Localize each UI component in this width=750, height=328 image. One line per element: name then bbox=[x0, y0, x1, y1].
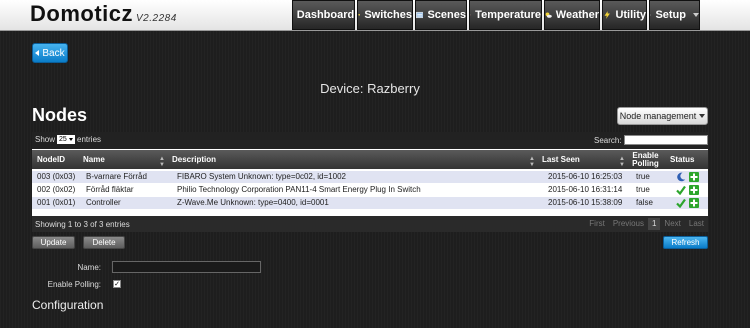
showing-info: Showing 1 to 3 of 3 entries bbox=[35, 220, 130, 229]
cell-name: B-varnare Förråd bbox=[86, 172, 147, 181]
plus-icon[interactable] bbox=[689, 172, 699, 182]
nav-switches[interactable]: Switches bbox=[357, 0, 413, 30]
page-length: Show 25 entries bbox=[35, 135, 101, 144]
nav-setup[interactable]: Setup bbox=[649, 0, 700, 30]
nav-utility-label: Utility bbox=[615, 9, 646, 21]
device-title: Device: Razberry bbox=[320, 81, 420, 96]
table-row[interactable]: 003 (0x03) B-varnare Förråd FIBARO Syste… bbox=[32, 171, 708, 183]
cell-description: FIBARO System Unknown: type=0c02, id=100… bbox=[177, 172, 346, 181]
table-toolbar: Show 25 entries Search: bbox=[32, 132, 708, 149]
app-version: V2.2284 bbox=[136, 13, 177, 24]
app-logo[interactable]: Domoticz V2.2284 bbox=[30, 1, 177, 27]
nav-dashboard[interactable]: Dashboard bbox=[292, 0, 355, 30]
sort-icon: ▲ ▼ bbox=[619, 156, 625, 168]
sort-icon: ▲ ▼ bbox=[529, 156, 535, 168]
table-row[interactable]: 001 (0x01) Controller Z-Wave.Me Unknown:… bbox=[32, 197, 708, 209]
top-bar: Domoticz V2.2284 Dashboard Switches Scene… bbox=[0, 0, 750, 31]
pager-first[interactable]: First bbox=[585, 218, 609, 230]
page-length-select[interactable]: 25 bbox=[57, 135, 76, 144]
col-last-seen-label: Last Seen bbox=[542, 155, 580, 164]
col-name[interactable]: Name ▲ ▼ bbox=[80, 150, 169, 169]
table-row[interactable]: 002 (0x02) Förråd fläktar Philio Technol… bbox=[32, 184, 708, 196]
pager-next[interactable]: Next bbox=[660, 218, 684, 230]
nav-weather-label: Weather bbox=[555, 9, 599, 21]
moon-icon bbox=[677, 172, 686, 182]
chevron-down-icon bbox=[699, 114, 706, 118]
nav-utility[interactable]: Utility bbox=[602, 0, 647, 30]
cell-nodeid: 001 (0x01) bbox=[37, 198, 76, 207]
cell-nodeid: 003 (0x03) bbox=[37, 172, 76, 181]
name-input[interactable] bbox=[112, 261, 261, 273]
pager-previous[interactable]: Previous bbox=[609, 218, 648, 230]
refresh-button[interactable]: Refresh bbox=[663, 236, 708, 249]
tools-icon bbox=[650, 14, 652, 16]
cell-nodeid: 002 (0x02) bbox=[37, 185, 76, 194]
cell-polling: true bbox=[636, 185, 650, 194]
col-status-label: Status bbox=[670, 155, 695, 164]
app-name: Domoticz bbox=[30, 1, 133, 26]
nav-setup-label: Setup bbox=[655, 9, 686, 21]
show-suffix: entries bbox=[77, 135, 102, 144]
pager-page-1[interactable]: 1 bbox=[647, 218, 661, 230]
table-footer: Showing 1 to 3 of 3 entries First Previo… bbox=[32, 216, 708, 232]
checkmark-icon bbox=[676, 185, 686, 195]
show-prefix: Show bbox=[35, 135, 56, 144]
plus-icon[interactable] bbox=[689, 198, 699, 208]
nav-scenes[interactable]: Scenes bbox=[415, 0, 467, 30]
cell-last-seen: 2015-06-10 16:25:03 bbox=[548, 172, 623, 181]
nav-weather[interactable]: Weather bbox=[544, 0, 600, 30]
cell-polling: true bbox=[636, 172, 650, 181]
sort-icon: ▲ ▼ bbox=[159, 156, 165, 168]
scenes-icon bbox=[416, 11, 424, 19]
enable-polling-checkbox[interactable]: ✓ bbox=[113, 280, 121, 288]
nav-dashboard-label: Dashboard bbox=[296, 9, 355, 21]
chevron-down-icon bbox=[693, 13, 699, 17]
cell-polling: false bbox=[636, 198, 653, 207]
weather-icon bbox=[545, 12, 552, 18]
polling-label: Enable Polling: bbox=[47, 280, 101, 289]
delete-button[interactable]: Delete bbox=[83, 236, 125, 249]
plus-icon[interactable] bbox=[689, 185, 699, 195]
nodes-heading: Nodes bbox=[32, 105, 88, 125]
update-button[interactable]: Update bbox=[32, 236, 75, 249]
col-polling-label-2: Polling bbox=[632, 158, 659, 168]
arrow-left-icon bbox=[35, 50, 40, 56]
cell-name: Controller bbox=[86, 198, 121, 207]
col-description[interactable]: Description ▲ ▼ bbox=[169, 150, 539, 169]
cell-name: Förråd fläktar bbox=[86, 185, 134, 194]
node-management-button[interactable]: Node management bbox=[617, 107, 708, 125]
nav-scenes-label: Scenes bbox=[427, 9, 466, 21]
pagination: First Previous 1 Next Last bbox=[585, 218, 708, 230]
nav-temperature-label: Temperature bbox=[475, 9, 541, 21]
nodes-table: Show 25 entries Search: NodeID Name ▲ ▼ De… bbox=[32, 132, 708, 232]
pager-last[interactable]: Last bbox=[685, 218, 708, 230]
name-label: Name: bbox=[77, 263, 101, 272]
back-button[interactable]: Back bbox=[32, 43, 68, 63]
col-nodeid[interactable]: NodeID bbox=[32, 150, 80, 169]
col-status[interactable]: Status bbox=[662, 150, 708, 169]
nav-temperature[interactable]: Temperature bbox=[469, 0, 542, 30]
nav-switches-label: Switches bbox=[364, 9, 412, 21]
lightbulb-icon bbox=[358, 14, 360, 17]
table-search: Search: bbox=[594, 135, 708, 145]
table-header: NodeID Name ▲ ▼ Description ▲ ▼ Last Seen ▲ ▼ … bbox=[32, 150, 708, 169]
col-enable-polling[interactable]: Enable Polling bbox=[629, 150, 662, 169]
search-label: Search: bbox=[594, 135, 622, 145]
col-nodeid-label: NodeID bbox=[37, 155, 65, 164]
cell-description: Z-Wave.Me Unknown: type=0400, id=0001 bbox=[177, 198, 329, 207]
checkmark-icon bbox=[676, 198, 686, 208]
cell-last-seen: 2015-06-10 15:38:09 bbox=[548, 198, 623, 207]
utility-icon bbox=[604, 11, 610, 19]
col-name-label: Name bbox=[83, 155, 105, 164]
cell-last-seen: 2015-06-10 16:31:14 bbox=[548, 185, 623, 194]
cell-description: Philio Technology Corporation PAN11-4 Sm… bbox=[177, 185, 421, 194]
col-last-seen[interactable]: Last Seen ▲ ▼ bbox=[539, 150, 629, 169]
configuration-heading: Configuration bbox=[32, 298, 104, 312]
thermometer-icon bbox=[470, 14, 471, 16]
back-label: Back bbox=[42, 47, 65, 59]
node-management-label: Node management bbox=[619, 111, 697, 121]
search-input[interactable] bbox=[623, 135, 708, 145]
col-description-label: Description bbox=[172, 155, 217, 164]
